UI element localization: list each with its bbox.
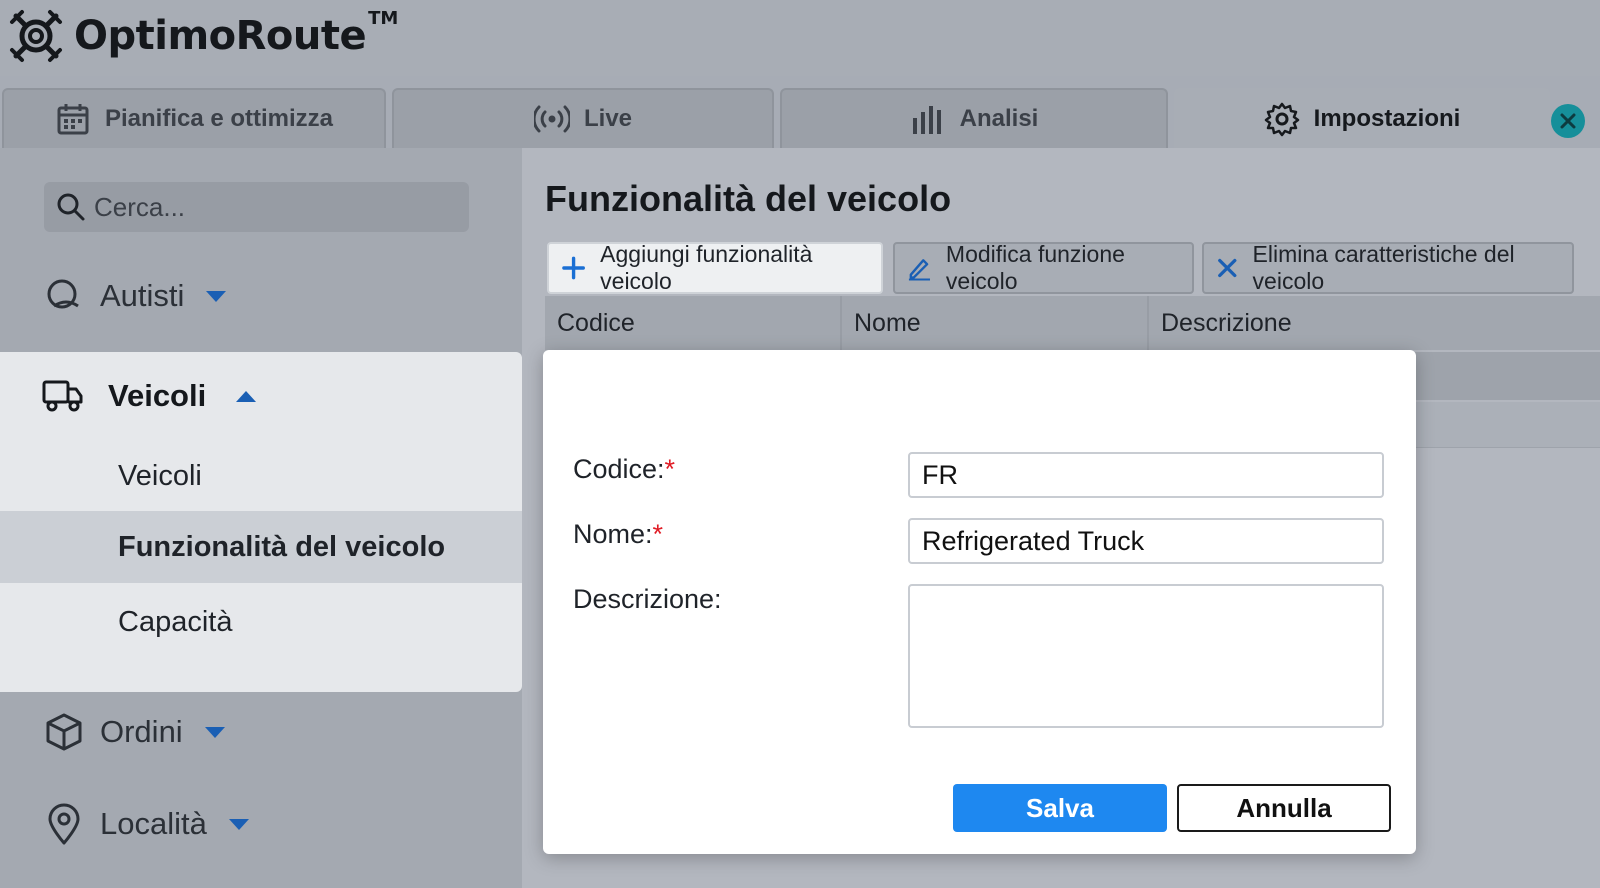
tab-pianifica[interactable]: Pianifica e ottimizza: [2, 88, 386, 148]
required-mark: *: [664, 454, 676, 484]
sidebar-item-label: Capacità: [118, 605, 233, 638]
trademark: TM: [368, 7, 399, 29]
chevron-up-icon: [236, 390, 257, 402]
nav-label: Località: [100, 806, 207, 841]
column-header-nome[interactable]: Nome: [842, 296, 1149, 350]
sidebar-item-veicoli[interactable]: Veicoli: [0, 440, 522, 512]
close-icon[interactable]: [1551, 104, 1585, 138]
button-label: Modifica funzione veicolo: [945, 241, 1125, 294]
button-label: Elimina caratteristiche del veicolo: [1252, 241, 1515, 294]
delete-x-icon: [1218, 258, 1237, 278]
vehicle-feature-dialog: Codice:* Nome:* Descrizione: Salva Annul…: [543, 350, 1416, 854]
name-label-text: Nome:: [573, 519, 653, 549]
main-tabs: Pianifica e ottimizza Live Analisi Impos…: [0, 88, 1600, 148]
calendar-icon: [55, 101, 91, 137]
truck-icon: [42, 380, 83, 412]
table-header: Codice Nome Descrizione: [545, 296, 1600, 350]
page-title: Funzionalità del veicolo: [545, 178, 952, 219]
name-label: Nome:*: [573, 519, 663, 550]
column-header-codice[interactable]: Codice: [545, 296, 842, 350]
code-input[interactable]: [908, 452, 1384, 498]
top-bar: OptimoRoute TM: [0, 0, 1600, 76]
nav-veicoli[interactable]: Veicoli: [42, 378, 257, 414]
nav-autisti[interactable]: Autisti: [44, 276, 227, 316]
save-button[interactable]: Salva: [953, 784, 1167, 832]
sidebar-item-capacita[interactable]: Capacità: [0, 586, 522, 658]
description-textarea[interactable]: [908, 584, 1384, 728]
search-box[interactable]: [44, 182, 469, 232]
tab-analisi[interactable]: Analisi: [780, 88, 1168, 148]
gear-icon: [1264, 101, 1300, 137]
name-input[interactable]: [908, 518, 1384, 564]
search-input[interactable]: [94, 191, 454, 223]
sidebar-item-label: Veicoli: [118, 459, 202, 492]
add-feature-button[interactable]: Aggiungi funzionalità veicolo: [547, 241, 883, 294]
nav-label: Autisti: [100, 278, 185, 313]
nav-localita[interactable]: Località: [44, 803, 249, 845]
chevron-down-icon: [228, 818, 249, 830]
chevron-down-icon: [206, 290, 227, 302]
tab-label: Impostazioni: [1313, 105, 1461, 132]
nav-ordini[interactable]: Ordini: [44, 712, 225, 752]
app-logo[interactable]: OptimoRoute TM: [8, 8, 406, 64]
nav-label: Veicoli: [108, 378, 207, 413]
tab-label: Analisi: [959, 105, 1039, 132]
plus-icon: [562, 256, 585, 280]
tab-live[interactable]: Live: [392, 88, 774, 148]
tab-impostazioni[interactable]: Impostazioni: [1174, 88, 1550, 148]
package-icon: [44, 712, 84, 752]
optimoroute-logo-icon: [10, 10, 62, 62]
description-label: Descrizione:: [573, 584, 722, 614]
column-header-descrizione[interactable]: Descrizione: [1149, 296, 1600, 350]
button-label: Aggiungi funzionalità veicolo: [600, 241, 813, 294]
edit-feature-button[interactable]: Modifica funzione veicolo: [893, 241, 1194, 294]
chevron-down-icon: [204, 726, 225, 738]
sidebar-item-label: Funzionalità del veicolo: [118, 530, 446, 563]
search-icon: [57, 193, 85, 221]
bar-chart-icon: [910, 101, 946, 137]
table-row[interactable]: [1410, 402, 1600, 448]
required-mark: *: [652, 519, 664, 549]
cancel-button[interactable]: Annulla: [1177, 784, 1391, 832]
table-row[interactable]: [1410, 352, 1600, 400]
broadcast-icon: [533, 101, 570, 137]
tab-label: Pianifica e ottimizza: [104, 105, 334, 132]
location-pin-icon: [44, 803, 84, 845]
pencil-icon: [908, 259, 930, 281]
code-label-text: Codice:: [573, 454, 665, 484]
app-name: OptimoRoute: [74, 13, 367, 59]
sidebar-item-funzionalita[interactable]: Funzionalità del veicolo: [0, 511, 522, 583]
veicoli-panel: Veicoli Veicoli Funzionalità del veicolo…: [0, 352, 522, 692]
delete-feature-button[interactable]: Elimina caratteristiche del veicolo: [1202, 241, 1574, 294]
sidebar: Autisti Veicoli Veicoli Funzionalità del…: [0, 148, 522, 888]
driver-icon: [44, 276, 84, 316]
nav-label: Ordini: [100, 714, 183, 749]
tab-label: Live: [583, 105, 633, 132]
code-label: Codice:*: [573, 454, 675, 485]
